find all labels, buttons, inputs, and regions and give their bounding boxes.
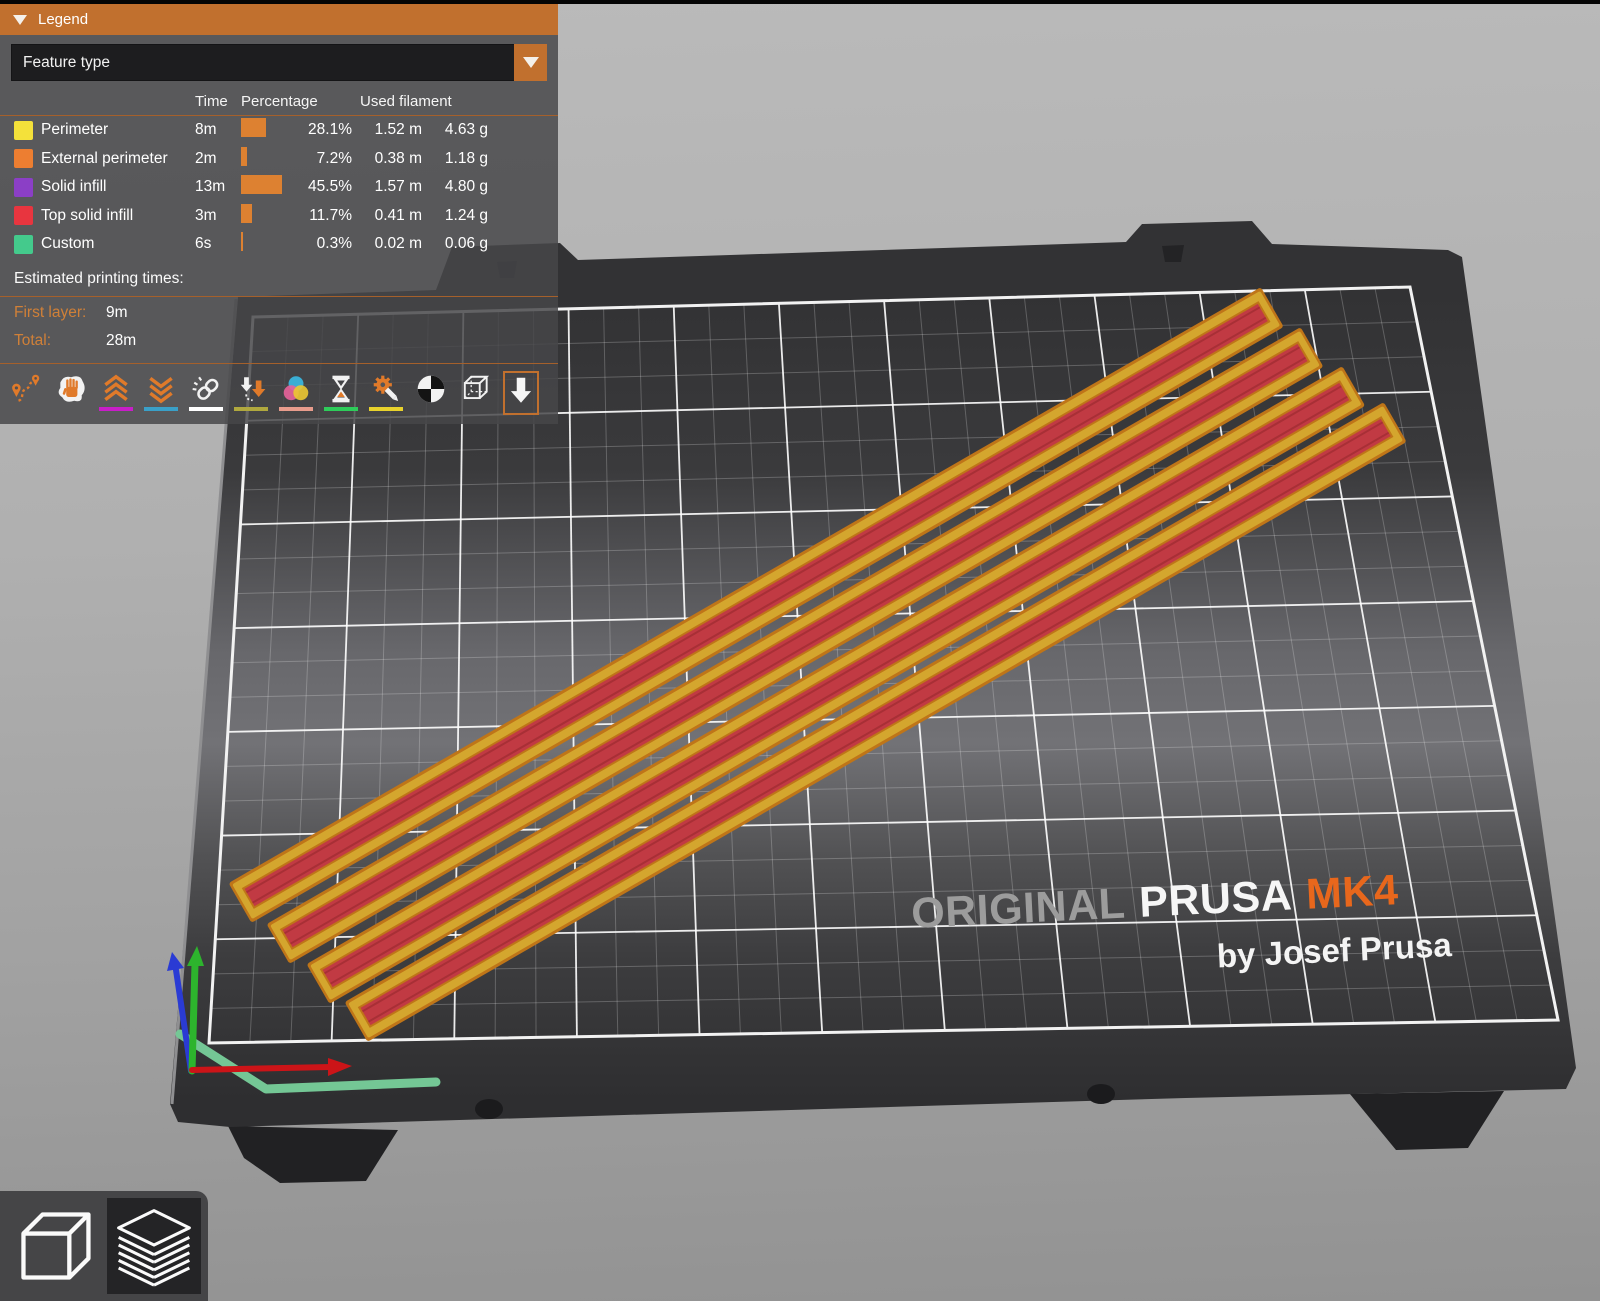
percentage-bar: [241, 147, 247, 166]
feature-color-swatch: [14, 178, 33, 197]
3d-view-button[interactable]: [8, 1198, 102, 1294]
custom-gcodes-icon[interactable]: [368, 371, 404, 415]
legend-row-top-solid-infill[interactable]: Top solid infill 3m 11.7% 0.41 m 1.24 g: [0, 202, 558, 231]
legend-row-perimeter[interactable]: Perimeter 8m 28.1% 1.52 m 4.63 g: [0, 116, 558, 145]
retractions-icon[interactable]: [98, 371, 134, 415]
collapse-triangle-icon: [13, 15, 27, 25]
legend-title: Legend: [38, 11, 88, 28]
gcode-view-toolbar: [0, 364, 558, 424]
toggle-legend-icon[interactable]: [503, 371, 539, 415]
legend-header[interactable]: Legend: [0, 4, 558, 35]
pause-prints-icon[interactable]: [323, 371, 359, 415]
color-changes-icon[interactable]: [278, 371, 314, 415]
tool-changes-icon[interactable]: [233, 371, 269, 415]
deretractions-icon[interactable]: [143, 371, 179, 415]
legend-row-solid-infill[interactable]: Solid infill 13m 45.5% 1.57 m 4.80 g: [0, 173, 558, 202]
percentage-bar: [241, 175, 282, 194]
first-layer-label: First layer:: [14, 304, 106, 322]
legend-row-external-perimeter[interactable]: External perimeter 2m 7.2% 0.38 m 1.18 g: [0, 145, 558, 174]
wipe-icon[interactable]: [53, 371, 89, 415]
dropdown-button[interactable]: [514, 44, 547, 81]
col-used-filament: Used filament: [360, 93, 488, 110]
col-time: Time: [195, 93, 233, 110]
travels-icon[interactable]: [8, 371, 44, 415]
legend-column-headers: Time Percentage Used filament: [0, 88, 558, 115]
view-mode-toggle: [0, 1191, 208, 1301]
percentage-bar: [241, 204, 252, 223]
col-percentage: Percentage: [241, 93, 352, 110]
legend-row-custom[interactable]: Custom 6s 0.3% 0.02 m 0.06 g: [0, 230, 558, 259]
view-type-value: Feature type: [23, 54, 110, 72]
center-of-gravity-icon[interactable]: [413, 371, 449, 415]
total-value: 28m: [106, 332, 136, 350]
estimated-times-title: Estimated printing times:: [0, 259, 558, 296]
first-layer-value: 9m: [106, 304, 128, 322]
feature-color-swatch: [14, 235, 33, 254]
percentage-bar: [241, 118, 266, 137]
seams-icon[interactable]: [188, 371, 224, 415]
legend-panel: Legend Feature type Time Percentage Used…: [0, 4, 558, 424]
shells-icon[interactable]: [458, 371, 494, 415]
gcode-preview-scene: ORIGINALPRUSAMK4 by Josef Prusa: [0, 0, 1600, 1301]
chevron-down-icon: [523, 57, 539, 68]
feature-color-swatch: [14, 206, 33, 225]
feature-color-swatch: [14, 121, 33, 140]
layers-view-button[interactable]: [107, 1198, 201, 1294]
feature-color-swatch: [14, 149, 33, 168]
percentage-bar: [241, 232, 243, 251]
view-type-dropdown[interactable]: Feature type: [11, 44, 547, 81]
total-label: Total:: [14, 332, 106, 350]
